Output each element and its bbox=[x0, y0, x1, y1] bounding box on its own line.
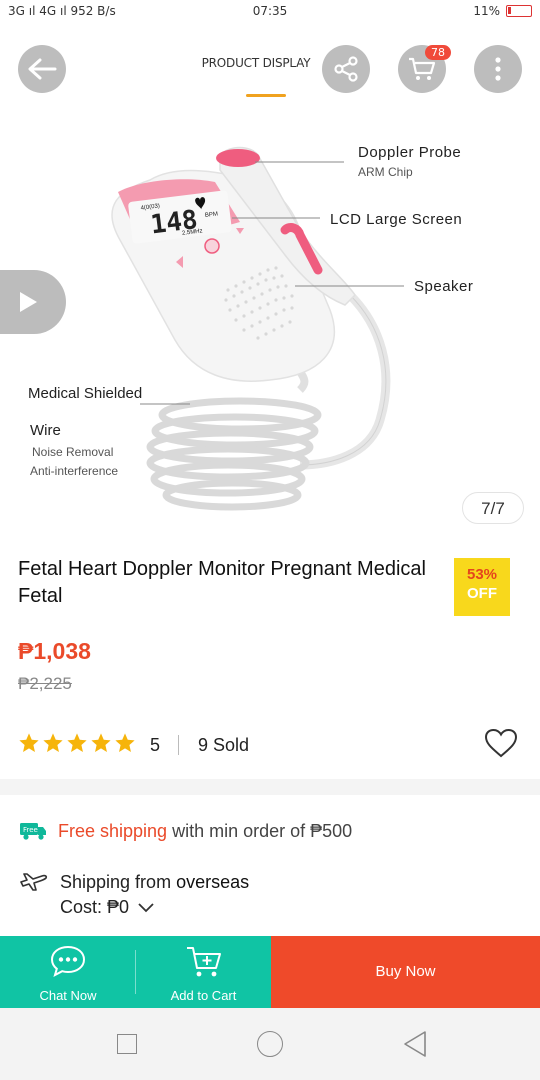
airplane-icon bbox=[18, 868, 48, 899]
free-badge-text: Free bbox=[23, 826, 38, 834]
callout-speaker: Speaker bbox=[414, 278, 473, 295]
doppler-illustration: 4(0(03) 148 BPM 2.5MHz Doppler Probe ARM… bbox=[28, 144, 473, 511]
free-shipping-icon: Free bbox=[18, 820, 48, 842]
shipping-from: Shipping from overseas bbox=[60, 872, 249, 893]
free-shipping-row[interactable]: Free Free shipping with min order of ₱50… bbox=[18, 820, 352, 842]
cost-value: ₱0 bbox=[107, 897, 130, 917]
buy-now-button[interactable]: Buy Now bbox=[271, 936, 540, 1008]
callout-arm-chip: ARM Chip bbox=[358, 165, 413, 179]
nav-back-icon[interactable] bbox=[402, 1030, 428, 1058]
wishlist-button[interactable] bbox=[484, 728, 518, 763]
callout-wire: Wire bbox=[30, 422, 61, 439]
clock: 07:35 bbox=[252, 4, 288, 18]
tab-active-indicator bbox=[246, 94, 286, 97]
star-icon bbox=[19, 733, 39, 752]
discount-off: OFF bbox=[467, 585, 497, 602]
shipping-origin: overseas bbox=[176, 872, 250, 892]
share-button[interactable] bbox=[322, 45, 370, 93]
callout-noise: Noise Removal bbox=[32, 445, 113, 459]
add-to-cart-label: Add to Cart bbox=[170, 988, 237, 1003]
chat-icon bbox=[50, 945, 86, 977]
product-title: Fetal Heart Doppler Monitor Pregnant Med… bbox=[18, 558, 426, 607]
star-icon bbox=[67, 733, 87, 752]
rating-stars bbox=[18, 732, 136, 754]
home-button[interactable] bbox=[257, 1031, 283, 1057]
shipping-cost-dropdown[interactable]: Cost: ₱0 bbox=[60, 897, 155, 918]
free-shipping-label: Free shipping bbox=[58, 820, 168, 841]
current-price: ₱1,038 bbox=[18, 638, 91, 664]
tab-product-display[interactable]: PRODUCT DISPLAY bbox=[196, 56, 316, 70]
chat-now-button[interactable]: Chat Now bbox=[0, 936, 136, 1008]
add-to-cart-button[interactable]: Add to Cart bbox=[136, 936, 271, 1008]
callout-anti: Anti-interference bbox=[30, 464, 118, 478]
battery-percent: 11% bbox=[473, 4, 500, 18]
cart-count-badge: 78 bbox=[425, 45, 451, 60]
shipping-from-prefix: Shipping from bbox=[60, 872, 177, 892]
section-divider bbox=[0, 779, 540, 795]
battery-icon bbox=[506, 5, 532, 17]
bottom-action-bar: Chat Now Add to Cart Buy Now bbox=[0, 936, 540, 1008]
status-right: 11% bbox=[473, 4, 532, 18]
star-icon bbox=[91, 733, 111, 752]
more-vertical-icon bbox=[495, 57, 501, 81]
product-image[interactable]: 4(0(03) 148 BPM 2.5MHz Doppler Probe ARM… bbox=[0, 110, 540, 530]
star-icon bbox=[43, 733, 63, 752]
play-video-button[interactable] bbox=[0, 270, 66, 334]
discount-percent: 53% bbox=[466, 566, 498, 583]
callout-shielded: Medical Shielded bbox=[28, 385, 142, 402]
recent-apps-button[interactable] bbox=[117, 1034, 137, 1054]
min-order-text: with min order of ₱500 bbox=[167, 820, 353, 841]
add-cart-icon bbox=[186, 947, 221, 977]
more-options-button[interactable] bbox=[474, 45, 522, 93]
callout-lcd: LCD Large Screen bbox=[330, 211, 462, 228]
system-nav-bar bbox=[0, 1008, 540, 1080]
play-icon bbox=[20, 292, 37, 312]
cost-label: Cost: bbox=[60, 897, 108, 917]
arrow-left-icon bbox=[28, 58, 57, 80]
chat-now-label: Chat Now bbox=[39, 988, 97, 1003]
heart-icon bbox=[484, 728, 518, 758]
chevron-down-icon bbox=[138, 902, 154, 912]
image-counter: 7/7 bbox=[462, 492, 524, 524]
rating-divider bbox=[178, 735, 179, 755]
status-bar: 3G ıl 4G ıl 952 B/s 07:35 11% bbox=[0, 0, 540, 24]
callout-doppler-probe: Doppler Probe bbox=[358, 144, 461, 161]
share-icon bbox=[334, 56, 358, 82]
star-icon bbox=[115, 733, 135, 752]
back-button[interactable] bbox=[18, 45, 66, 93]
rating-value: 5 bbox=[150, 735, 161, 755]
original-price: ₱2,225 bbox=[18, 674, 72, 693]
sold-count: 9 Sold bbox=[198, 735, 250, 755]
discount-badge: 53% OFF bbox=[454, 558, 510, 616]
